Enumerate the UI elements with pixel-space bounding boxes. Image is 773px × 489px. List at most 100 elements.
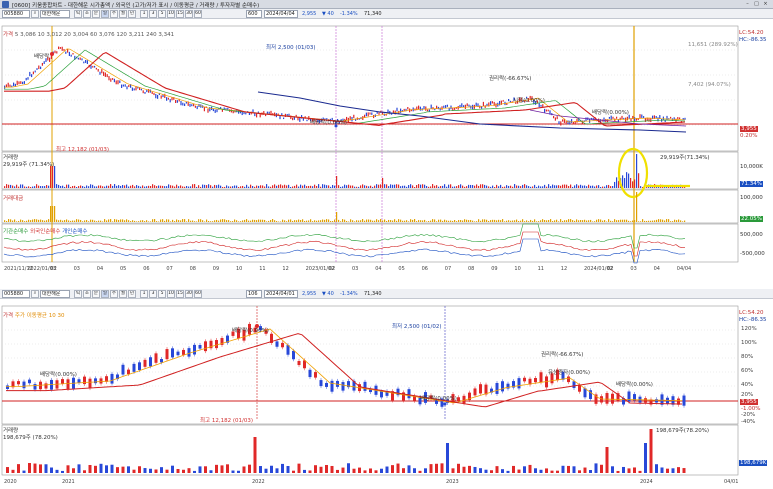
top-volume-bar bbox=[146, 186, 148, 188]
bottom-volume-bar bbox=[424, 468, 427, 473]
top-candle bbox=[115, 80, 117, 85]
top-volume-bar bbox=[608, 184, 610, 188]
top-amount-bar bbox=[368, 219, 370, 222]
top-amount-bar bbox=[266, 221, 268, 222]
top-period-1[interactable]: 초 bbox=[83, 10, 91, 18]
top-volume-bar bbox=[164, 186, 166, 188]
bottom-interval-5[interactable]: 30 bbox=[185, 290, 193, 298]
top-amount-bar bbox=[146, 220, 148, 222]
top-amount-bar bbox=[184, 219, 186, 222]
stock-code-input[interactable]: 005880 bbox=[2, 10, 30, 18]
top-interval-3[interactable]: 10 bbox=[167, 10, 175, 18]
bottom-volume-bar bbox=[50, 467, 53, 473]
top-interval-1[interactable]: 3 bbox=[149, 10, 157, 18]
top-period-4[interactable]: 주 bbox=[110, 10, 118, 18]
date-input-2[interactable]: 2024/04/01 bbox=[264, 290, 298, 298]
bottom-interval-4[interactable]: 15 bbox=[176, 290, 184, 298]
date-input[interactable]: 2024/04/04 bbox=[264, 10, 298, 18]
stock-name-field-2[interactable]: 대한해운 bbox=[40, 290, 70, 298]
top-amount-bar bbox=[142, 220, 144, 222]
top-period-3[interactable]: 일 bbox=[101, 10, 109, 18]
top-amount-bar bbox=[668, 219, 670, 222]
bottom-volume-bar bbox=[33, 463, 37, 473]
count-input[interactable]: 600 bbox=[246, 10, 262, 18]
bottom-candle bbox=[121, 364, 125, 375]
top-volume-bar bbox=[542, 186, 544, 188]
top-volume-bar bbox=[272, 185, 274, 188]
top-amount-bar bbox=[538, 221, 540, 222]
bottom-volume-bar bbox=[385, 466, 389, 473]
search-icon[interactable]: ⌕ bbox=[31, 290, 39, 298]
minimize-button[interactable]: – bbox=[744, 1, 751, 8]
bottom-interval-3[interactable]: 10 bbox=[167, 290, 175, 298]
bottom-volume-bar bbox=[539, 469, 543, 473]
top-volume-bar bbox=[404, 185, 406, 188]
top-amount-bar bbox=[52, 206, 54, 222]
bottom-candle bbox=[176, 351, 180, 356]
bottom-interval-6[interactable]: 60 bbox=[194, 290, 202, 298]
top-candle bbox=[160, 95, 162, 99]
top-period-5[interactable]: 월 bbox=[119, 10, 127, 18]
search-icon[interactable]: ⌕ bbox=[31, 10, 39, 18]
top-volume-bar bbox=[574, 185, 576, 188]
top-interval-5[interactable]: 30 bbox=[185, 10, 193, 18]
top-volume-bar bbox=[350, 185, 352, 188]
top-amount-bar bbox=[608, 219, 610, 222]
top-amount-bar bbox=[660, 219, 662, 222]
top-volume-bar bbox=[280, 184, 282, 188]
bottom-period-2[interactable]: 분 bbox=[92, 290, 100, 298]
top-amount-bar bbox=[20, 219, 22, 222]
stock-name-field[interactable]: 대한해운 bbox=[40, 10, 70, 18]
top-volume-bar bbox=[248, 186, 250, 188]
top-amount-bar bbox=[258, 219, 260, 222]
top-candle bbox=[302, 118, 304, 121]
top-interval-6[interactable]: 60 bbox=[194, 10, 202, 18]
top-period-2[interactable]: 분 bbox=[92, 10, 100, 18]
top-interval-0[interactable]: 1 bbox=[140, 10, 148, 18]
close-button[interactable]: × bbox=[762, 1, 769, 8]
top-volume-bar bbox=[578, 185, 580, 188]
bottom-volume-bar bbox=[655, 464, 658, 473]
top-period-0[interactable]: 틱 bbox=[74, 10, 82, 18]
bottom-interval-0[interactable]: 1 bbox=[140, 290, 148, 298]
top-volume-bar bbox=[372, 186, 374, 188]
bottom-period-0[interactable]: 틱 bbox=[74, 290, 82, 298]
top-xaxis-tick-5: 05 bbox=[120, 266, 126, 272]
top-interval-4[interactable]: 15 bbox=[176, 10, 184, 18]
top-amount-bar bbox=[194, 221, 196, 222]
maximize-button[interactable]: □ bbox=[753, 1, 760, 8]
top-amount-bar bbox=[18, 220, 20, 222]
count-input-2[interactable]: 106 bbox=[246, 290, 262, 298]
bottom-period-3[interactable]: 일 bbox=[101, 290, 109, 298]
bottom-candle bbox=[479, 384, 482, 394]
top-interval-2[interactable]: 5 bbox=[158, 10, 166, 18]
bottom-interval-1[interactable]: 3 bbox=[149, 290, 157, 298]
bottom-period-4[interactable]: 주 bbox=[110, 290, 118, 298]
bottom-volume-bar bbox=[264, 468, 268, 473]
top-volume-bar bbox=[46, 184, 48, 188]
top-volume-bar bbox=[210, 185, 212, 188]
top-volume-bar bbox=[202, 184, 204, 188]
top-volume-bar bbox=[616, 177, 618, 188]
top-amount-bar bbox=[414, 219, 416, 222]
bottom-volume-bar bbox=[347, 463, 350, 473]
top-candle bbox=[182, 102, 184, 106]
top-amount-bar bbox=[8, 219, 10, 222]
top-volume-bar bbox=[364, 185, 366, 188]
top-candle bbox=[479, 105, 481, 109]
top-candle bbox=[83, 61, 85, 64]
bottom-period-5[interactable]: 월 bbox=[119, 290, 127, 298]
bottom-period-1[interactable]: 초 bbox=[83, 290, 91, 298]
stock-code-input-2[interactable]: 005880 bbox=[2, 290, 30, 298]
top-period-6[interactable]: 년 bbox=[128, 10, 136, 18]
top-amount-bar bbox=[22, 220, 24, 222]
top-chart-svg[interactable]: 2021/11/122022/01/0302 03 04 05 06 07 08 09 10 11… bbox=[0, 20, 773, 275]
bottom-period-6[interactable]: 년 bbox=[128, 290, 136, 298]
top-candle bbox=[113, 78, 115, 83]
bottom-volume-bar bbox=[22, 470, 26, 473]
bottom-chart-svg[interactable]: 2020 2021 2022 2023 2024 04/01 bbox=[0, 300, 773, 489]
top-amount-bar bbox=[284, 220, 286, 222]
bottom-interval-2[interactable]: 5 bbox=[158, 290, 166, 298]
top-volume-bar bbox=[442, 185, 444, 188]
bottom-volume-bar bbox=[325, 464, 328, 473]
